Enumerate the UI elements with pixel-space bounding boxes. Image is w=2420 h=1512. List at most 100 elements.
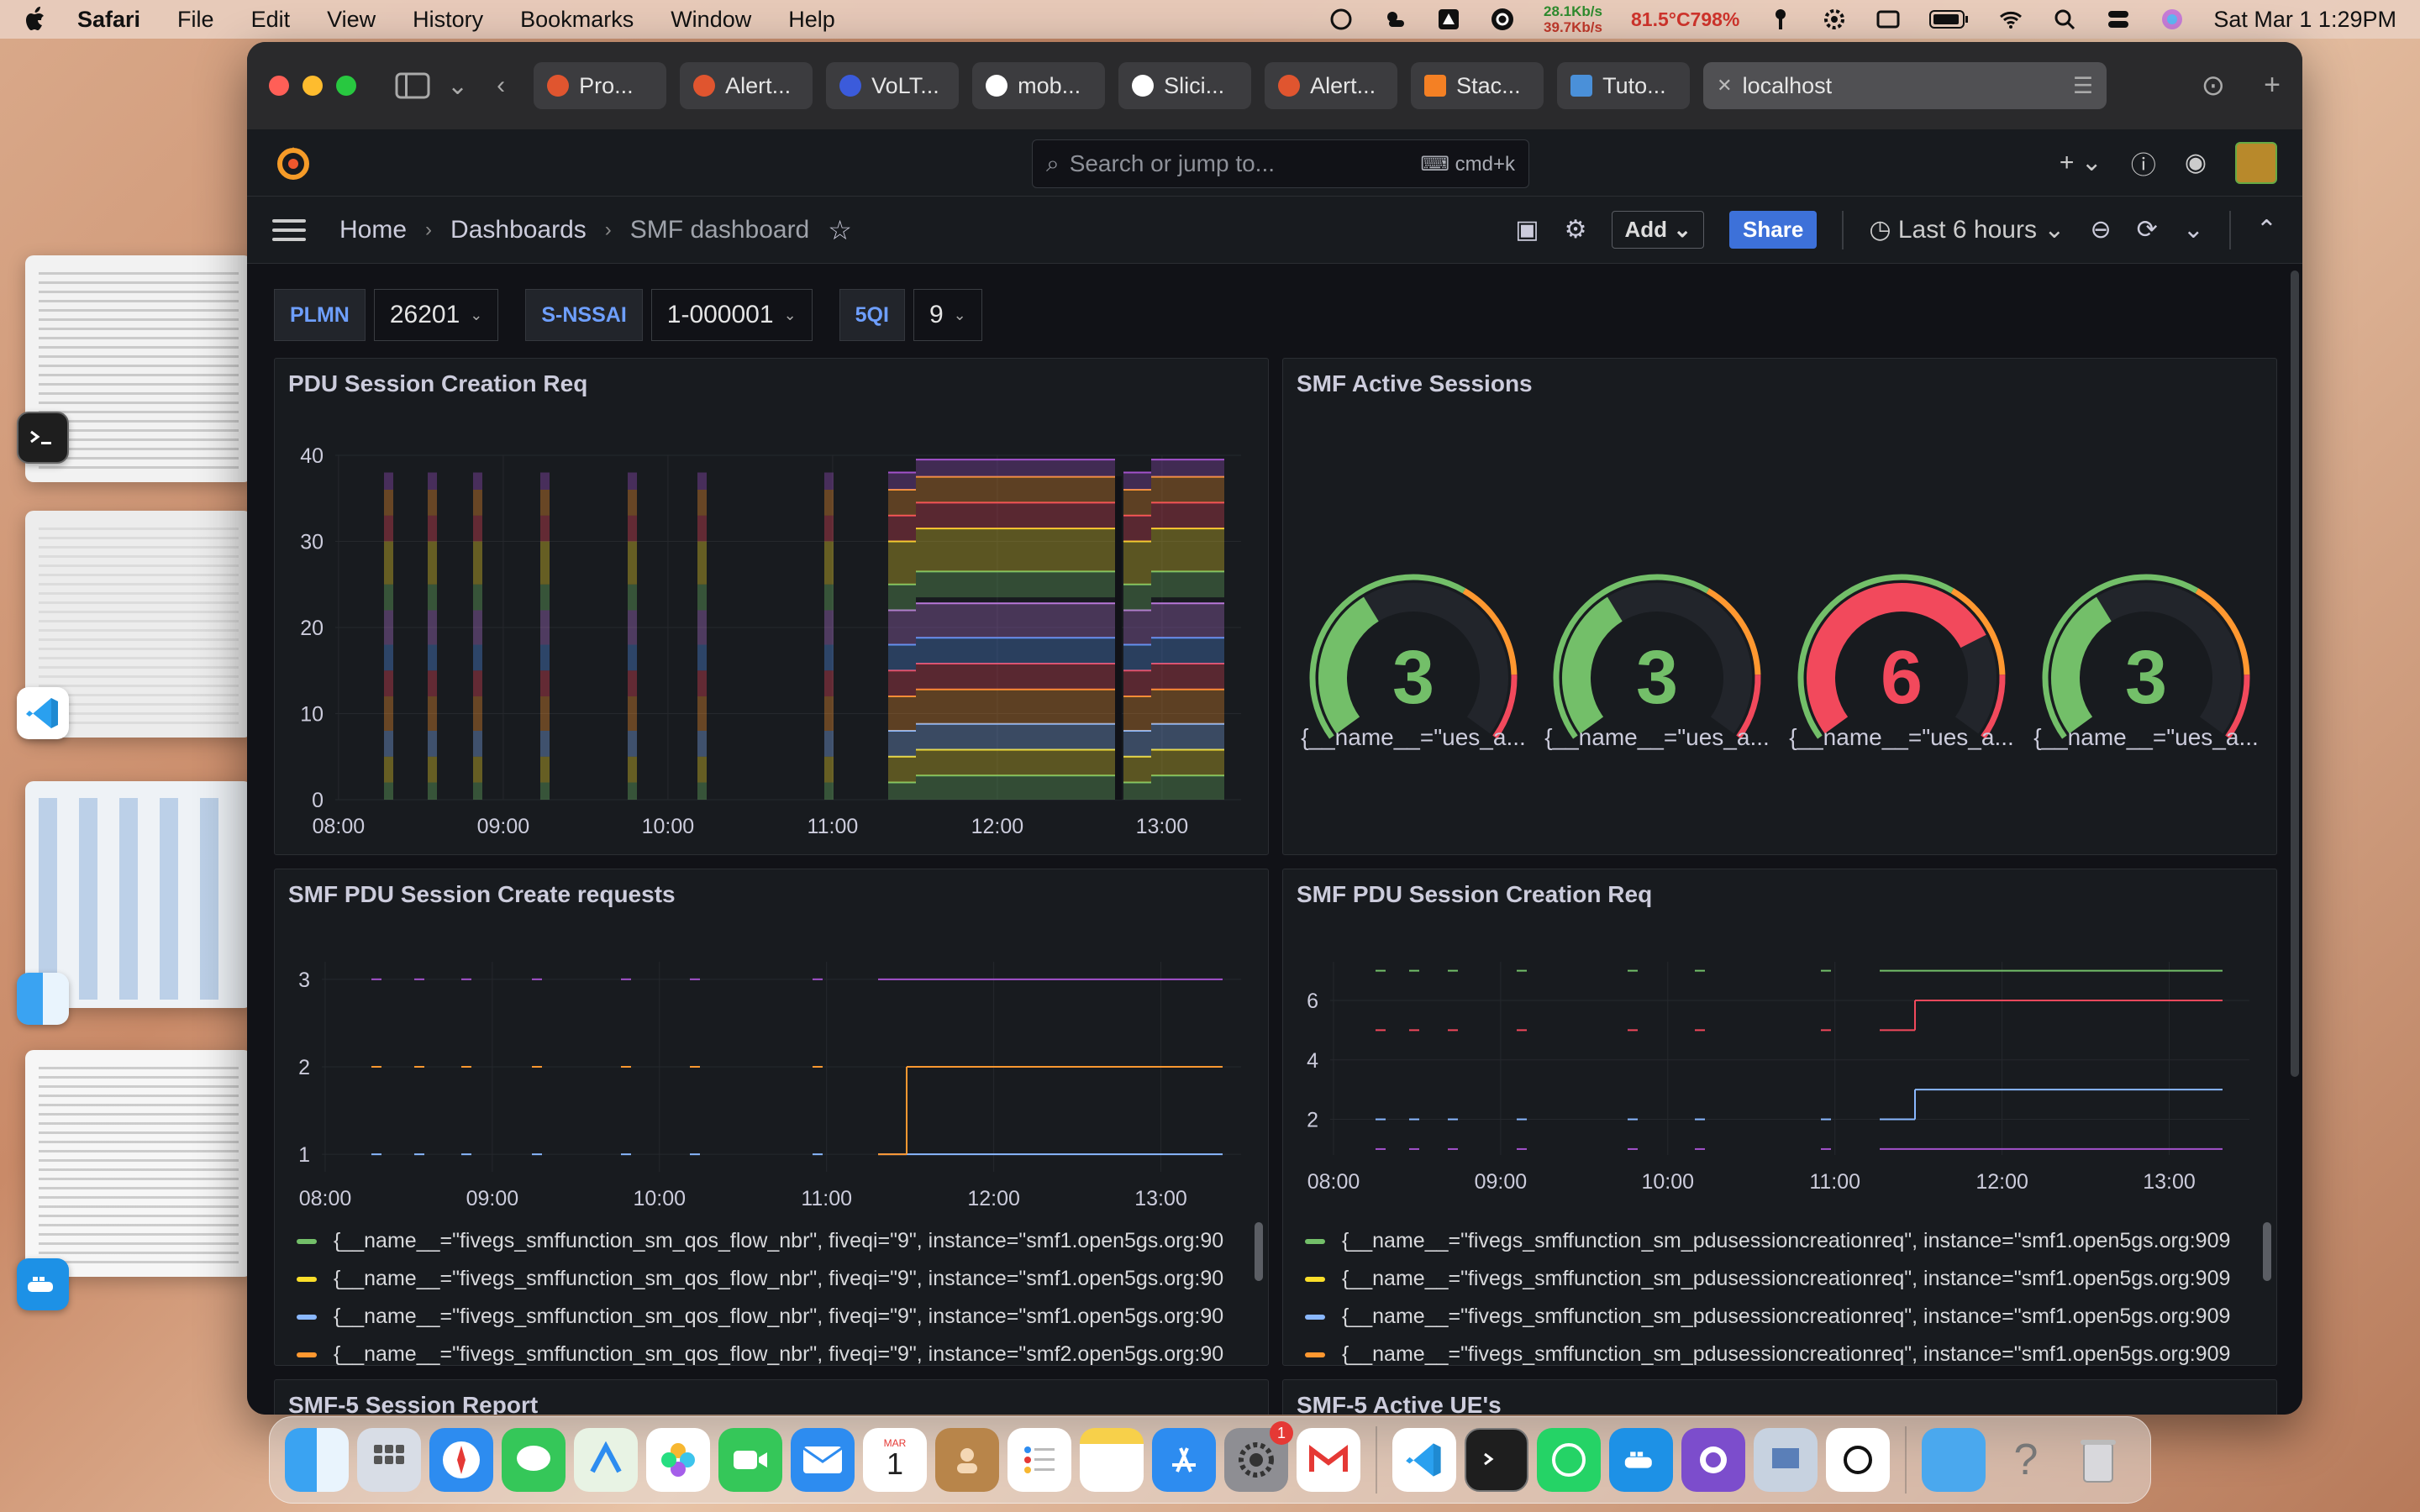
- maps-dock-icon[interactable]: [574, 1428, 638, 1492]
- avatar[interactable]: [2235, 141, 2277, 184]
- siri-icon[interactable]: [2160, 7, 2185, 32]
- panel-smf5-session-report[interactable]: SMF-5 Session Report: [274, 1379, 1269, 1415]
- menu-edit[interactable]: Edit: [251, 7, 291, 33]
- panel-smf-active-sessions[interactable]: SMF Active Sessions 3 {__name__="ues_a...…: [1282, 358, 2277, 855]
- breadcrumb-home[interactable]: Home: [339, 216, 407, 244]
- whatsapp-dock-icon[interactable]: [1537, 1428, 1601, 1492]
- preview-dock-icon[interactable]: [1754, 1428, 1818, 1492]
- legend-item[interactable]: {__name__="fivegs_smffunction_sm_pdusess…: [1305, 1298, 2260, 1336]
- mail-dock-icon[interactable]: [791, 1428, 855, 1492]
- legend-item[interactable]: {__name__="fivegs_smffunction_sm_qos_flo…: [297, 1260, 1251, 1298]
- launchpad-dock-icon[interactable]: [357, 1428, 421, 1492]
- refresh-interval-chevron-icon[interactable]: ⌄: [2183, 215, 2204, 244]
- time-series-chart[interactable]: 1 2 3 08:00 09:00 10:00 11:00 12:00 13:00: [275, 869, 1269, 1222]
- display-menubar-icon[interactable]: [1876, 7, 1901, 32]
- safari-dock-icon[interactable]: [429, 1428, 493, 1492]
- reader-icon[interactable]: ☰: [2073, 73, 2093, 99]
- menu-bookmarks[interactable]: Bookmarks: [520, 7, 634, 33]
- chevron-down-icon[interactable]: ⌄: [447, 71, 468, 101]
- finder-dock-icon[interactable]: [285, 1428, 349, 1492]
- add-button[interactable]: Add ⌄: [1612, 211, 1705, 249]
- tab-2[interactable]: Alert...: [680, 62, 813, 109]
- chatgpt-menubar-icon[interactable]: [1328, 7, 1354, 32]
- stacked-area-chart[interactable]: 0 10 20 30 40 08:00 09:00 10:00 11:00 12:00 13:00: [275, 359, 1269, 855]
- breadcrumb-dashboards[interactable]: Dashboards: [450, 216, 587, 244]
- legend-item[interactable]: {__name__="fivegs_smffunction_sm_pdusess…: [1305, 1260, 2260, 1298]
- new-tab-icon[interactable]: +: [2264, 69, 2281, 102]
- trash-dock-icon[interactable]: [2066, 1428, 2130, 1492]
- panel-smf5-active-ues[interactable]: SMF-5 Active UE's: [1282, 1379, 2277, 1415]
- settings-gear-icon[interactable]: ⚙: [1565, 215, 1587, 244]
- minimize-window-button[interactable]: [302, 76, 323, 96]
- menu-file[interactable]: File: [177, 7, 214, 33]
- grammarly-menubar-icon[interactable]: [1490, 7, 1515, 32]
- grafana-logo-icon[interactable]: [272, 142, 314, 184]
- menu-toggle-icon[interactable]: [272, 218, 306, 241]
- menu-view[interactable]: View: [327, 7, 376, 33]
- zoom-window-button[interactable]: [336, 76, 356, 96]
- tab-8[interactable]: Tuto...: [1557, 62, 1691, 109]
- messages-dock-icon[interactable]: [502, 1428, 566, 1492]
- help-icon[interactable]: ⓘ: [2131, 144, 2156, 181]
- tab-1[interactable]: Pro...: [534, 62, 667, 109]
- legend-scrollbar[interactable]: [2263, 1222, 2271, 1281]
- tab-5[interactable]: Slici...: [1118, 62, 1252, 109]
- vscode-dock-icon[interactable]: [1392, 1428, 1456, 1492]
- time-series-chart[interactable]: 2 4 6 08:00 09:00 10:00 11:00 12:00 13:00: [1283, 869, 2277, 1222]
- share-button[interactable]: Share: [1729, 211, 1818, 249]
- refresh-icon[interactable]: ⟳: [2137, 215, 2158, 244]
- battery-icon[interactable]: [1929, 8, 1970, 30]
- gear-menubar-icon[interactable]: [1822, 7, 1847, 32]
- control-center-icon[interactable]: [2106, 7, 2131, 32]
- legend-item[interactable]: {__name__="fivegs_smffunction_sm_qos_flo…: [297, 1298, 1251, 1336]
- back-icon[interactable]: ‹: [497, 71, 505, 100]
- facetime-dock-icon[interactable]: [718, 1428, 782, 1492]
- menu-window[interactable]: Window: [671, 7, 751, 33]
- reminders-dock-icon[interactable]: [1007, 1428, 1071, 1492]
- panel-smf-pdu-session-creation-req[interactable]: SMF PDU Session Creation Req 2 4 6 08:00 09:…: [1282, 869, 2277, 1366]
- help-question-dock-icon[interactable]: ?: [1994, 1428, 2058, 1492]
- var-select-5qi[interactable]: 9 ⌄: [913, 289, 982, 341]
- chatgpt-dock-icon[interactable]: [1826, 1428, 1890, 1492]
- legend-item[interactable]: {__name__="fivegs_smffunction_sm_pdusess…: [1305, 1336, 2260, 1365]
- downloads-folder-dock-icon[interactable]: [1922, 1428, 1986, 1492]
- news-feed-icon[interactable]: ◉: [2185, 148, 2207, 177]
- stage-thumbnail-docker[interactable]: [25, 1050, 252, 1277]
- weather-menubar-icon[interactable]: [1382, 7, 1407, 32]
- page-scrollbar[interactable]: [2291, 270, 2299, 1077]
- tab-active-localhost[interactable]: ✕ localhost ☰: [1703, 62, 2107, 109]
- panel-pdu-session-creation-req[interactable]: PDU Session Creation Req 0 10 20 30 40 08:00 0…: [274, 358, 1269, 855]
- notes-dock-icon[interactable]: [1080, 1428, 1144, 1492]
- close-tab-icon[interactable]: ✕: [1717, 75, 1732, 97]
- gmail-dock-icon[interactable]: [1297, 1428, 1360, 1492]
- panel-smf-pdu-session-create-requests[interactable]: SMF PDU Session Create requests 1 2 3 08:00…: [274, 869, 1269, 1366]
- legend-item[interactable]: {__name__="fivegs_smffunction_sm_pdusess…: [1305, 1222, 2260, 1260]
- photos-dock-icon[interactable]: [646, 1428, 710, 1492]
- docker-dock-icon[interactable]: [1609, 1428, 1673, 1492]
- tab-6[interactable]: Alert...: [1265, 62, 1398, 109]
- github-desktop-dock-icon[interactable]: [1681, 1428, 1745, 1492]
- tab-7[interactable]: Stac...: [1411, 62, 1544, 109]
- menu-app[interactable]: Safari: [77, 7, 140, 33]
- contacts-dock-icon[interactable]: [935, 1428, 999, 1492]
- legend-scrollbar[interactable]: [1255, 1222, 1263, 1281]
- new-menu-icon[interactable]: + ⌄: [2060, 148, 2102, 177]
- terminal-dock-icon[interactable]: [1465, 1428, 1528, 1492]
- close-window-button[interactable]: [269, 76, 289, 96]
- menu-help[interactable]: Help: [788, 7, 835, 33]
- calendar-dock-icon[interactable]: MAR 1: [863, 1428, 927, 1492]
- star-icon[interactable]: ☆: [828, 214, 852, 246]
- drive-menubar-icon[interactable]: [1436, 7, 1461, 32]
- key-menubar-icon[interactable]: [1768, 7, 1793, 32]
- var-select-plmn[interactable]: 26201 ⌄: [373, 289, 499, 341]
- wifi-icon[interactable]: [1998, 7, 2023, 32]
- menubar-clock[interactable]: Sat Mar 1 1:29PM: [2213, 7, 2396, 33]
- tab-4[interactable]: mob...: [972, 62, 1106, 109]
- spotlight-search-icon[interactable]: [2052, 7, 2077, 32]
- app-store-dock-icon[interactable]: [1152, 1428, 1216, 1492]
- var-select-snssai[interactable]: 1-000001 ⌄: [650, 289, 813, 341]
- collapse-chevron-up-icon[interactable]: ⌃: [2256, 215, 2277, 244]
- search-input[interactable]: ⌕ Search or jump to... ⌨ cmd+k: [1032, 139, 1529, 188]
- tab-3[interactable]: VoLT...: [826, 62, 960, 109]
- zoom-out-icon[interactable]: ⊖: [2090, 215, 2111, 244]
